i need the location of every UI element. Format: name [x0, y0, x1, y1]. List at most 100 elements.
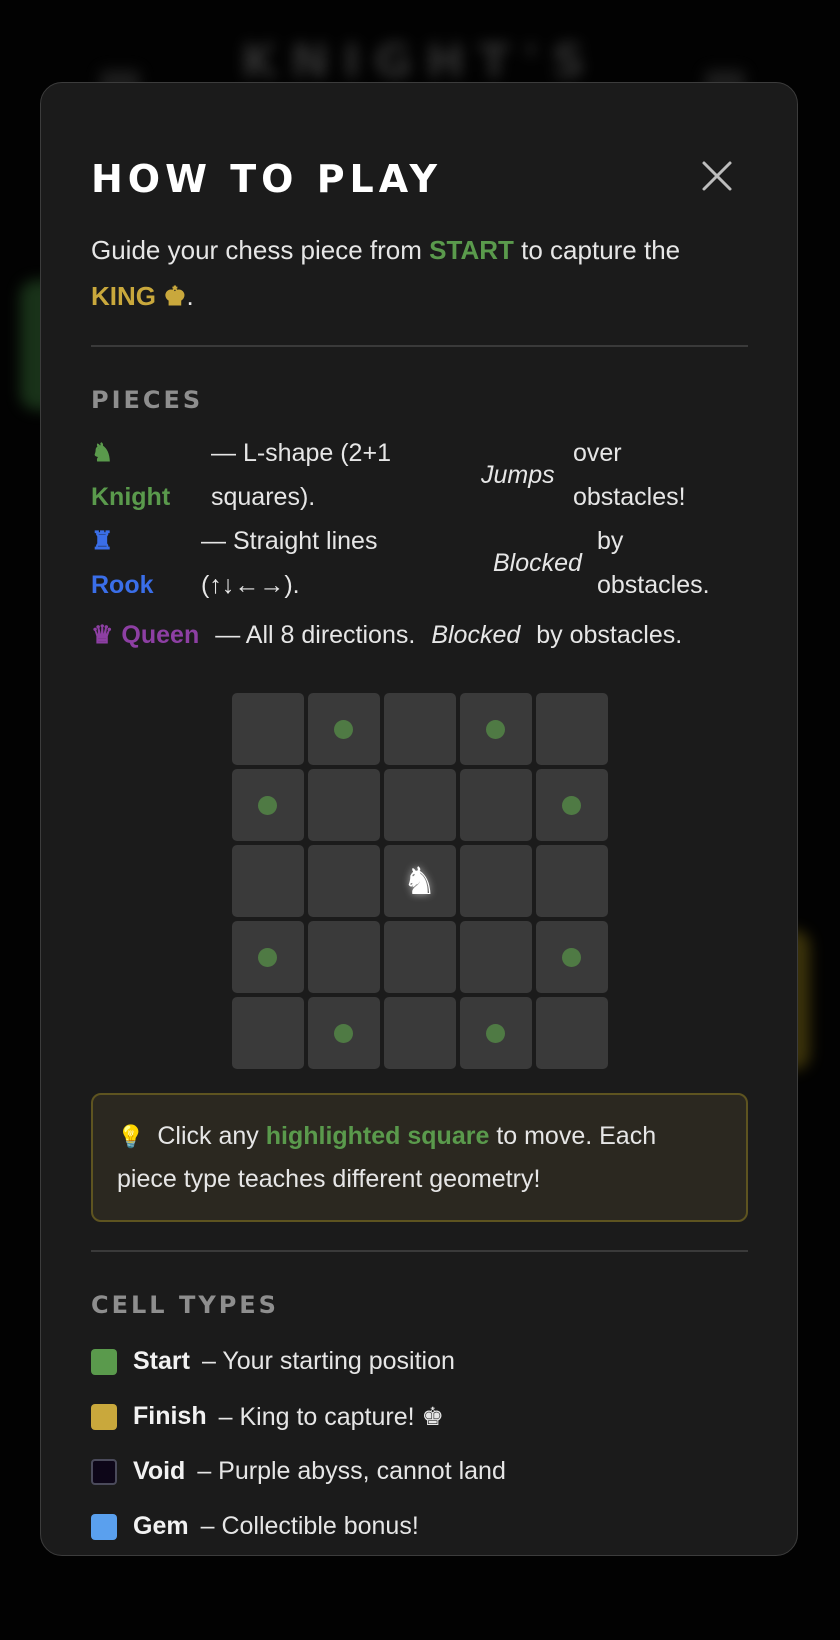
intro-prefix: Guide your chess piece from	[91, 235, 422, 265]
queen-emphasis: Blocked	[431, 620, 521, 649]
king-word: KING	[91, 281, 156, 311]
board-cell	[383, 693, 456, 765]
rook-tail-b: obstacles.	[597, 571, 710, 599]
board-cell	[459, 921, 532, 993]
knight-desc-b: squares).	[211, 483, 316, 511]
intro-text: Guide your chess piece from START to cap…	[91, 227, 748, 319]
knight-piece-icon: ♞	[402, 859, 437, 903]
board-cell	[307, 921, 380, 993]
cell-type-swatch	[91, 1458, 117, 1485]
piece-row-queen: ♛ Queen — All 8 directions. Blocked by o…	[91, 613, 748, 657]
start-word: START	[429, 235, 514, 265]
board-cell	[383, 921, 456, 993]
knight-tail: over obstacles!	[573, 431, 686, 519]
cell-type-desc: – Purple abyss, cannot land	[197, 1457, 506, 1485]
move-dot-icon	[258, 795, 277, 815]
knight-tail-a: over	[573, 439, 622, 467]
knight-desc-a: — L-shape (2+1	[211, 439, 391, 467]
move-dot-icon	[334, 719, 353, 739]
cell-type-desc: – Collectible bonus!	[200, 1512, 419, 1540]
move-dot-icon	[334, 1023, 353, 1043]
board-cell	[535, 845, 608, 917]
board-cell	[535, 921, 608, 993]
board-cell	[459, 693, 532, 765]
modal-title: HOW TO PLAY	[91, 157, 443, 201]
demo-board: ♞	[231, 693, 608, 1069]
board-cell: ♞	[383, 845, 456, 917]
rook-label: ♜ Rook	[91, 519, 201, 607]
cell-type-swatch	[91, 1348, 117, 1375]
board-cell	[231, 769, 304, 841]
rook-icon: ♜	[91, 527, 114, 555]
rook-tail-a: by	[597, 527, 624, 555]
close-button[interactable]	[700, 159, 734, 193]
cell-type-row: Gem – Collectible bonus!	[91, 1499, 748, 1554]
board-cell	[459, 845, 532, 917]
cell-type-swatch	[91, 1513, 117, 1540]
rook-emphasis: Blocked	[493, 549, 582, 577]
board-cell	[383, 997, 456, 1069]
cell-type-name: Gem	[133, 1512, 189, 1540]
move-dot-icon	[562, 947, 581, 967]
cell-type-desc: – Your starting position	[201, 1347, 455, 1375]
board-cell	[231, 997, 304, 1069]
modal-header: HOW TO PLAY	[91, 83, 748, 205]
cell-type-row: Finish – King to capture! ♚	[91, 1389, 748, 1444]
knight-icon: ♞	[91, 439, 114, 467]
board-cell	[307, 693, 380, 765]
queen-tail: by obstacles.	[536, 620, 683, 649]
pieces-title: PIECES	[91, 386, 204, 414]
cell-type-name: Start	[133, 1347, 190, 1375]
king-icon: ♚	[163, 281, 187, 311]
board-cell	[307, 769, 380, 841]
rook-tail: by obstacles.	[597, 519, 710, 607]
how-to-play-modal: HOW TO PLAY Guide your chess piece from …	[40, 82, 798, 1556]
knight-desc: — L-shape (2+1 squares).	[211, 431, 481, 519]
cell-type-swatch	[91, 1403, 117, 1430]
cell-type-row: Void – Purple abyss, cannot land	[91, 1444, 748, 1499]
rook-desc: — Straight lines (↑↓←→).	[201, 519, 493, 607]
pieces-list: ♞ Knight — L-shape (2+1 squares). Jumps …	[91, 431, 748, 657]
queen-name: Queen	[121, 621, 200, 649]
board-cell	[307, 997, 380, 1069]
cell-type-name: Void	[133, 1457, 186, 1485]
rook-name: Rook	[91, 571, 154, 599]
piece-row-knight: ♞ Knight — L-shape (2+1 squares). Jumps …	[91, 431, 748, 519]
move-dot-icon	[486, 1023, 505, 1043]
rook-desc-b: (↑↓←→).	[201, 571, 300, 599]
knight-tail-b: obstacles!	[573, 483, 686, 511]
board-cell	[231, 845, 304, 917]
board-cell	[459, 997, 532, 1069]
intro-suffix: .	[186, 281, 194, 311]
close-icon	[702, 161, 732, 191]
board-cell	[459, 769, 532, 841]
cell-types-list: Start – Your starting position Finish – Kin…	[91, 1334, 748, 1554]
board-cell	[231, 693, 304, 765]
cell-type-name: Finish	[133, 1402, 207, 1430]
queen-icon: ♛	[91, 621, 114, 649]
knight-emphasis: Jumps	[481, 461, 555, 489]
tip-prefix: Click any	[157, 1122, 259, 1150]
board-cell	[231, 921, 304, 993]
move-dot-icon	[562, 795, 581, 815]
board-cell	[307, 845, 380, 917]
cell-type-row: Start – Your starting position	[91, 1334, 748, 1389]
board-cell	[535, 769, 608, 841]
cell-types-title: CELL TYPES	[91, 1291, 279, 1319]
move-dot-icon	[258, 947, 277, 967]
rook-desc-a: — Straight lines	[201, 527, 378, 555]
board-cell	[383, 769, 456, 841]
cell-type-desc: – King to capture! ♚	[218, 1402, 444, 1431]
intro-middle: to capture the	[521, 235, 681, 265]
queen-desc: — All 8 directions.	[215, 620, 416, 649]
divider	[91, 1250, 748, 1252]
move-dot-icon	[486, 719, 505, 739]
piece-row-rook: ♜ Rook — Straight lines (↑↓←→). Blocked …	[91, 519, 748, 607]
board-cell	[535, 997, 608, 1069]
knight-label: ♞ Knight	[91, 431, 211, 519]
knight-name: Knight	[91, 483, 171, 511]
board-cell	[535, 693, 608, 765]
tip-box: 💡 Click any highlighted square to move. …	[91, 1093, 748, 1222]
lightbulb-icon: 💡	[117, 1124, 145, 1149]
tip-highlight: highlighted square	[265, 1122, 490, 1150]
